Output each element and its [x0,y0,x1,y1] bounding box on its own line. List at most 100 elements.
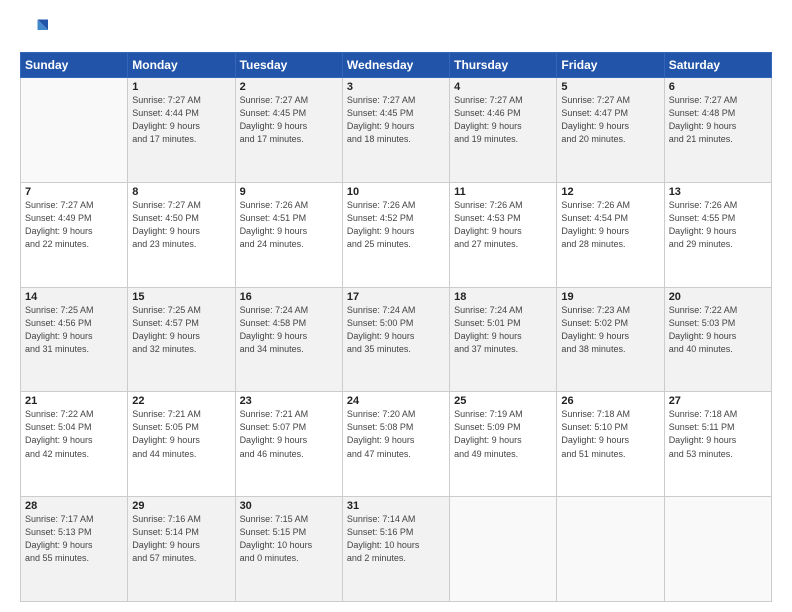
day-info: Sunrise: 7:24 AM Sunset: 4:58 PM Dayligh… [240,304,338,356]
calendar-cell: 10Sunrise: 7:26 AM Sunset: 4:52 PM Dayli… [342,182,449,287]
calendar-cell [450,497,557,602]
calendar-cell: 23Sunrise: 7:21 AM Sunset: 5:07 PM Dayli… [235,392,342,497]
day-number: 7 [25,186,123,198]
calendar-cell: 29Sunrise: 7:16 AM Sunset: 5:14 PM Dayli… [128,497,235,602]
day-number: 29 [132,500,230,512]
calendar-cell: 9Sunrise: 7:26 AM Sunset: 4:51 PM Daylig… [235,182,342,287]
logo-icon [20,16,48,44]
weekday-header: Sunday [21,53,128,78]
day-info: Sunrise: 7:27 AM Sunset: 4:46 PM Dayligh… [454,94,552,146]
day-info: Sunrise: 7:26 AM Sunset: 4:55 PM Dayligh… [669,199,767,251]
day-number: 27 [669,395,767,407]
calendar-cell: 1Sunrise: 7:27 AM Sunset: 4:44 PM Daylig… [128,78,235,183]
day-number: 4 [454,81,552,93]
calendar-week-row: 14Sunrise: 7:25 AM Sunset: 4:56 PM Dayli… [21,287,772,392]
day-number: 28 [25,500,123,512]
calendar-cell: 31Sunrise: 7:14 AM Sunset: 5:16 PM Dayli… [342,497,449,602]
day-info: Sunrise: 7:27 AM Sunset: 4:47 PM Dayligh… [561,94,659,146]
day-info: Sunrise: 7:26 AM Sunset: 4:54 PM Dayligh… [561,199,659,251]
day-number: 31 [347,500,445,512]
day-number: 18 [454,291,552,303]
weekday-header: Friday [557,53,664,78]
calendar-cell [21,78,128,183]
day-number: 23 [240,395,338,407]
day-info: Sunrise: 7:21 AM Sunset: 5:07 PM Dayligh… [240,408,338,460]
day-number: 20 [669,291,767,303]
calendar-cell: 11Sunrise: 7:26 AM Sunset: 4:53 PM Dayli… [450,182,557,287]
day-number: 3 [347,81,445,93]
day-info: Sunrise: 7:22 AM Sunset: 5:03 PM Dayligh… [669,304,767,356]
day-number: 13 [669,186,767,198]
day-info: Sunrise: 7:18 AM Sunset: 5:10 PM Dayligh… [561,408,659,460]
calendar-cell: 2Sunrise: 7:27 AM Sunset: 4:45 PM Daylig… [235,78,342,183]
day-info: Sunrise: 7:16 AM Sunset: 5:14 PM Dayligh… [132,513,230,565]
calendar-cell: 17Sunrise: 7:24 AM Sunset: 5:00 PM Dayli… [342,287,449,392]
day-info: Sunrise: 7:27 AM Sunset: 4:48 PM Dayligh… [669,94,767,146]
day-number: 12 [561,186,659,198]
day-number: 5 [561,81,659,93]
calendar-week-row: 21Sunrise: 7:22 AM Sunset: 5:04 PM Dayli… [21,392,772,497]
calendar-cell: 20Sunrise: 7:22 AM Sunset: 5:03 PM Dayli… [664,287,771,392]
day-info: Sunrise: 7:24 AM Sunset: 5:00 PM Dayligh… [347,304,445,356]
calendar-cell: 22Sunrise: 7:21 AM Sunset: 5:05 PM Dayli… [128,392,235,497]
calendar-week-row: 7Sunrise: 7:27 AM Sunset: 4:49 PM Daylig… [21,182,772,287]
day-info: Sunrise: 7:14 AM Sunset: 5:16 PM Dayligh… [347,513,445,565]
day-info: Sunrise: 7:15 AM Sunset: 5:15 PM Dayligh… [240,513,338,565]
calendar-cell: 24Sunrise: 7:20 AM Sunset: 5:08 PM Dayli… [342,392,449,497]
day-number: 19 [561,291,659,303]
day-number: 8 [132,186,230,198]
day-number: 10 [347,186,445,198]
day-info: Sunrise: 7:17 AM Sunset: 5:13 PM Dayligh… [25,513,123,565]
calendar-week-row: 1Sunrise: 7:27 AM Sunset: 4:44 PM Daylig… [21,78,772,183]
calendar-cell [664,497,771,602]
calendar-cell: 7Sunrise: 7:27 AM Sunset: 4:49 PM Daylig… [21,182,128,287]
calendar-cell: 14Sunrise: 7:25 AM Sunset: 4:56 PM Dayli… [21,287,128,392]
weekday-header: Wednesday [342,53,449,78]
day-info: Sunrise: 7:22 AM Sunset: 5:04 PM Dayligh… [25,408,123,460]
day-info: Sunrise: 7:25 AM Sunset: 4:56 PM Dayligh… [25,304,123,356]
day-info: Sunrise: 7:26 AM Sunset: 4:52 PM Dayligh… [347,199,445,251]
calendar-cell: 18Sunrise: 7:24 AM Sunset: 5:01 PM Dayli… [450,287,557,392]
day-number: 21 [25,395,123,407]
calendar-cell: 21Sunrise: 7:22 AM Sunset: 5:04 PM Dayli… [21,392,128,497]
calendar-cell: 27Sunrise: 7:18 AM Sunset: 5:11 PM Dayli… [664,392,771,497]
day-info: Sunrise: 7:21 AM Sunset: 5:05 PM Dayligh… [132,408,230,460]
day-number: 2 [240,81,338,93]
calendar-header-row: SundayMondayTuesdayWednesdayThursdayFrid… [21,53,772,78]
calendar-cell [557,497,664,602]
calendar-cell: 26Sunrise: 7:18 AM Sunset: 5:10 PM Dayli… [557,392,664,497]
day-info: Sunrise: 7:27 AM Sunset: 4:49 PM Dayligh… [25,199,123,251]
day-info: Sunrise: 7:23 AM Sunset: 5:02 PM Dayligh… [561,304,659,356]
calendar-cell: 6Sunrise: 7:27 AM Sunset: 4:48 PM Daylig… [664,78,771,183]
calendar-cell: 25Sunrise: 7:19 AM Sunset: 5:09 PM Dayli… [450,392,557,497]
calendar-cell: 30Sunrise: 7:15 AM Sunset: 5:15 PM Dayli… [235,497,342,602]
calendar-cell: 15Sunrise: 7:25 AM Sunset: 4:57 PM Dayli… [128,287,235,392]
day-number: 6 [669,81,767,93]
header [20,16,772,44]
day-info: Sunrise: 7:26 AM Sunset: 4:51 PM Dayligh… [240,199,338,251]
day-info: Sunrise: 7:18 AM Sunset: 5:11 PM Dayligh… [669,408,767,460]
day-number: 22 [132,395,230,407]
day-number: 9 [240,186,338,198]
day-info: Sunrise: 7:27 AM Sunset: 4:45 PM Dayligh… [240,94,338,146]
logo [20,16,52,44]
calendar-cell: 12Sunrise: 7:26 AM Sunset: 4:54 PM Dayli… [557,182,664,287]
weekday-header: Tuesday [235,53,342,78]
weekday-header: Monday [128,53,235,78]
page: SundayMondayTuesdayWednesdayThursdayFrid… [0,0,792,612]
day-info: Sunrise: 7:20 AM Sunset: 5:08 PM Dayligh… [347,408,445,460]
calendar-cell: 19Sunrise: 7:23 AM Sunset: 5:02 PM Dayli… [557,287,664,392]
calendar-cell: 28Sunrise: 7:17 AM Sunset: 5:13 PM Dayli… [21,497,128,602]
calendar-table: SundayMondayTuesdayWednesdayThursdayFrid… [20,52,772,602]
day-number: 14 [25,291,123,303]
day-info: Sunrise: 7:27 AM Sunset: 4:45 PM Dayligh… [347,94,445,146]
weekday-header: Thursday [450,53,557,78]
day-info: Sunrise: 7:27 AM Sunset: 4:44 PM Dayligh… [132,94,230,146]
day-info: Sunrise: 7:26 AM Sunset: 4:53 PM Dayligh… [454,199,552,251]
calendar-cell: 3Sunrise: 7:27 AM Sunset: 4:45 PM Daylig… [342,78,449,183]
calendar-cell: 16Sunrise: 7:24 AM Sunset: 4:58 PM Dayli… [235,287,342,392]
calendar-week-row: 28Sunrise: 7:17 AM Sunset: 5:13 PM Dayli… [21,497,772,602]
day-info: Sunrise: 7:25 AM Sunset: 4:57 PM Dayligh… [132,304,230,356]
day-number: 1 [132,81,230,93]
day-info: Sunrise: 7:24 AM Sunset: 5:01 PM Dayligh… [454,304,552,356]
